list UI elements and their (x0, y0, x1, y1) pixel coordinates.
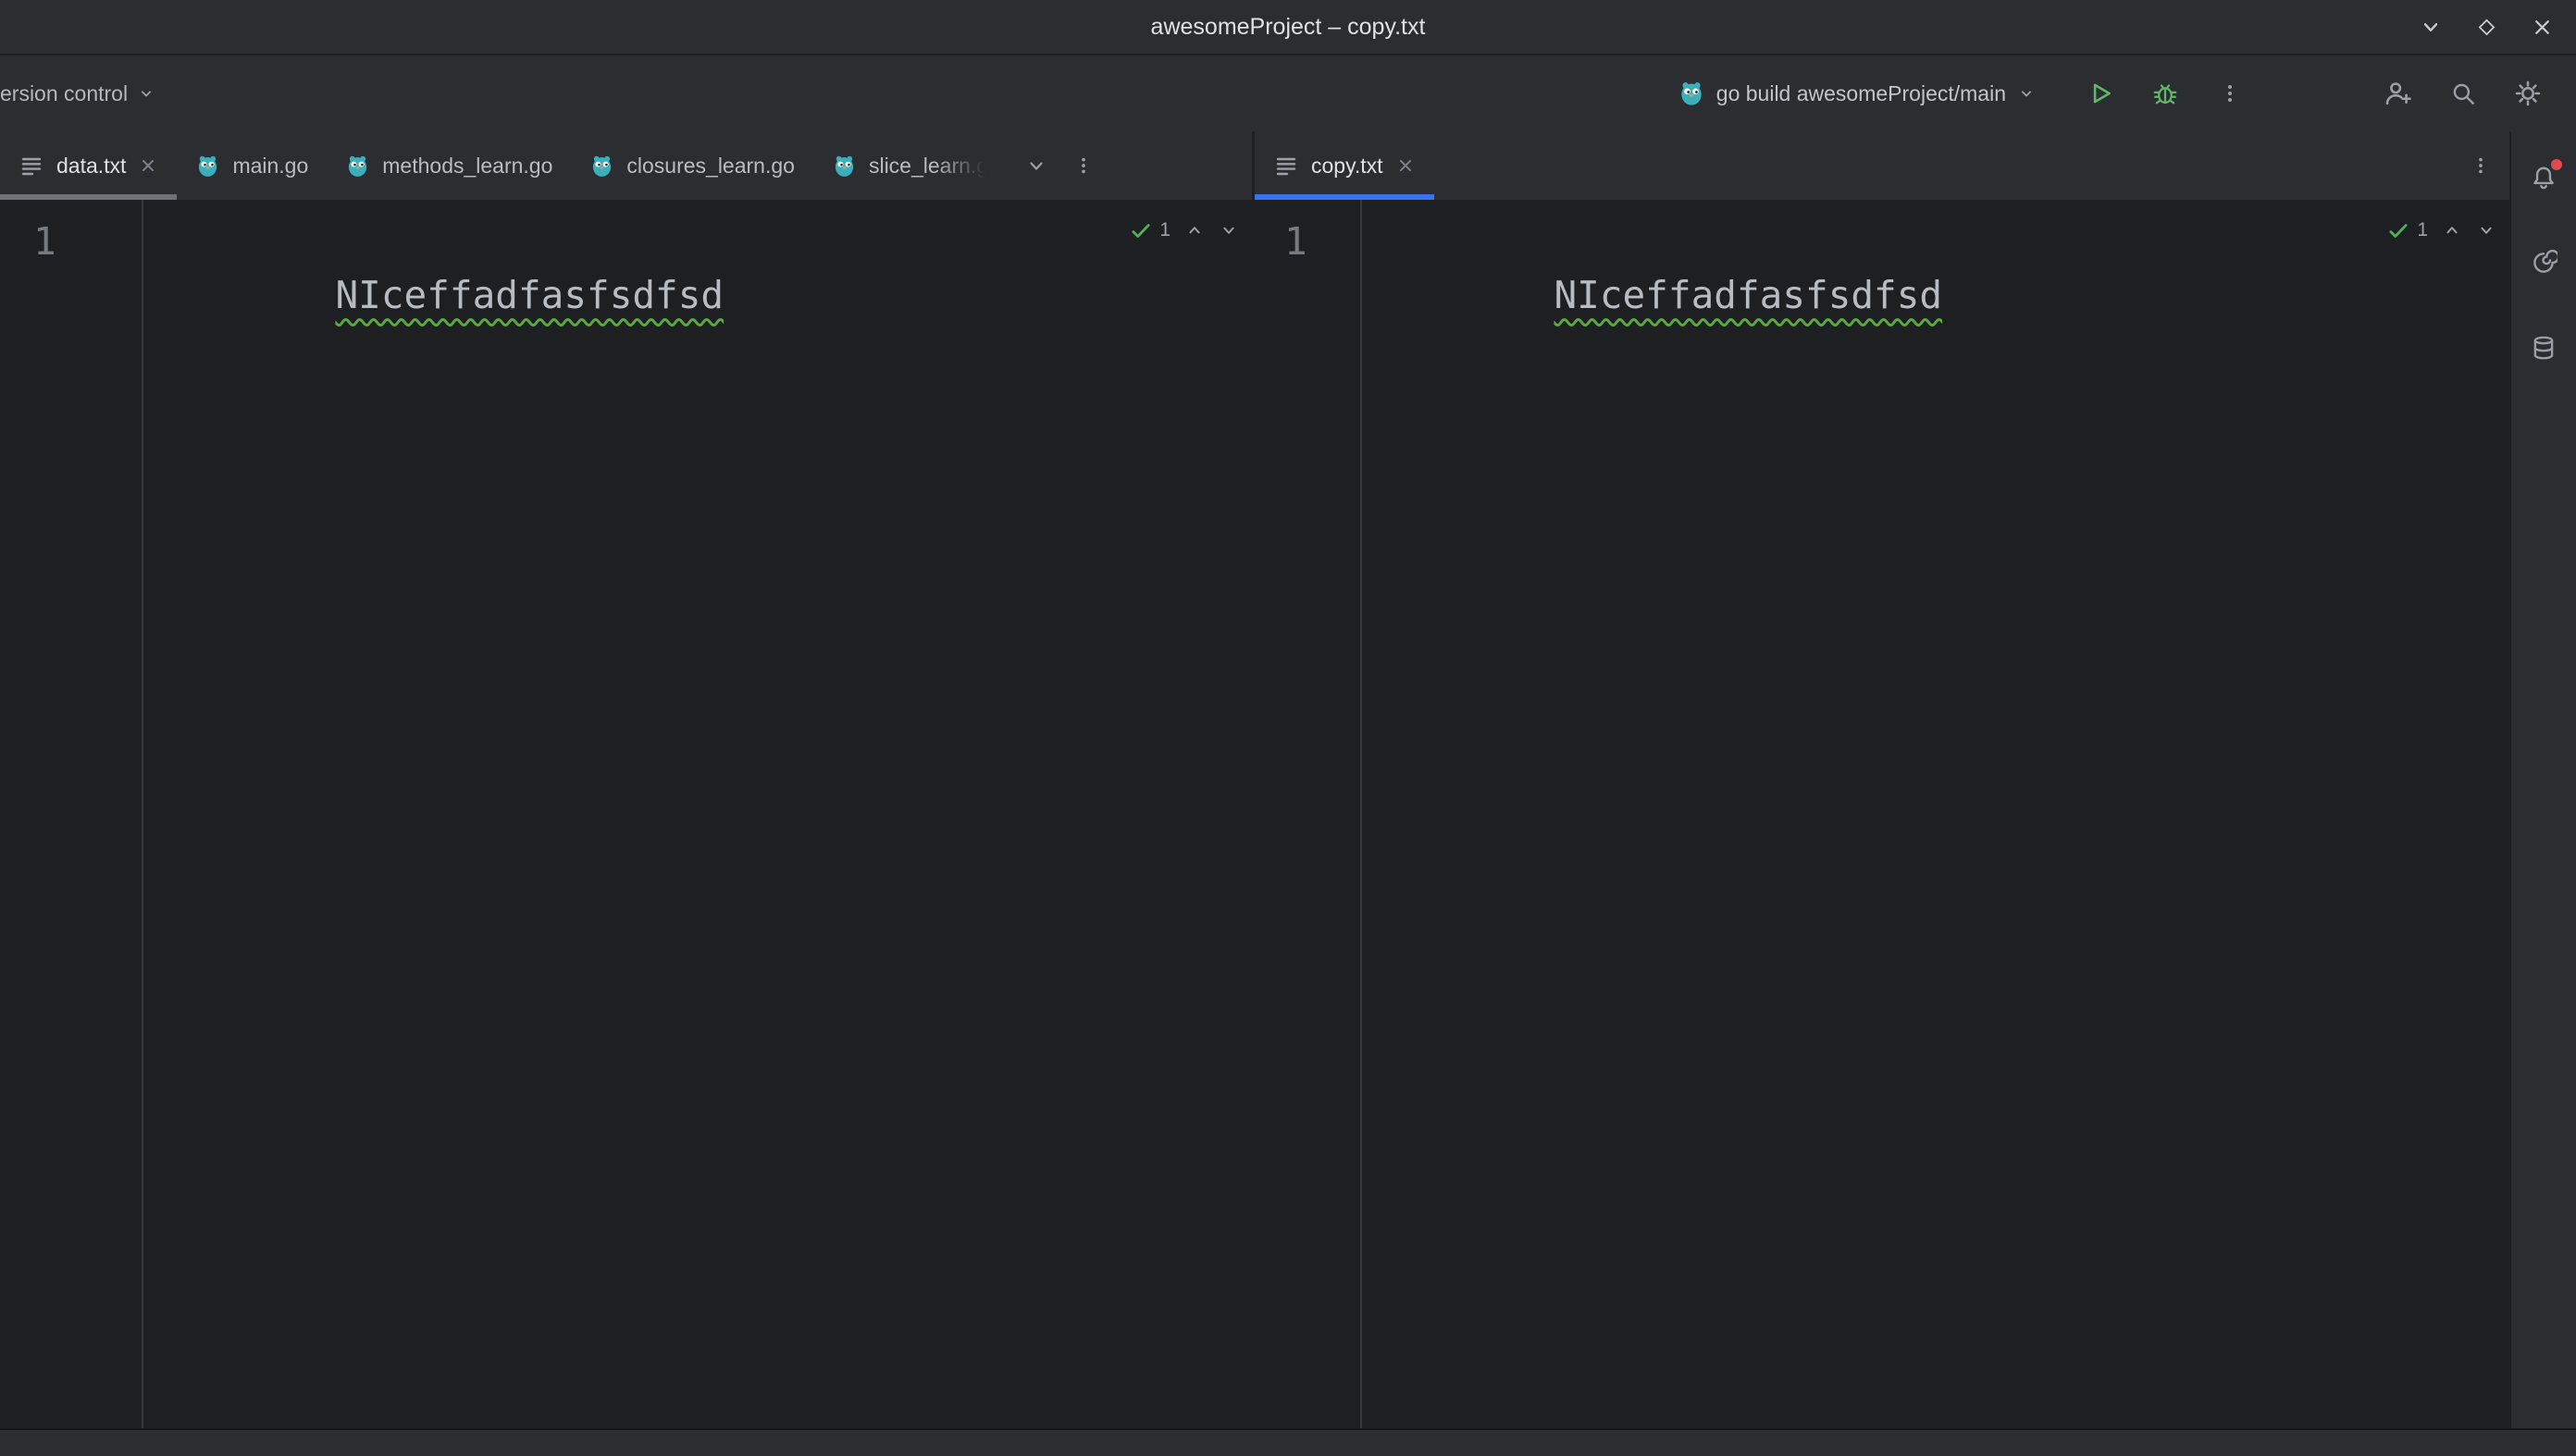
tab-methods-learn-go[interactable]: methods_learn.go (327, 131, 571, 200)
go-file-icon (195, 154, 220, 179)
close-window-button[interactable] (2526, 11, 2557, 43)
left-inspections-widget[interactable]: 1 (1129, 218, 1239, 242)
close-icon (2531, 16, 2554, 39)
close-tab-icon[interactable] (1395, 155, 1416, 176)
right-tool-stripe (2509, 131, 2576, 1428)
tab-label: slice_learn.g (869, 154, 988, 179)
inspection-ok-check-icon (2386, 218, 2410, 242)
run-play-icon (2087, 80, 2114, 107)
tab-closures-learn-go[interactable]: closures_learn.go (571, 131, 813, 200)
more-actions-button[interactable] (2206, 69, 2254, 117)
previous-problem-button[interactable] (2442, 220, 2462, 241)
tab-label: main.go (232, 154, 308, 179)
left-editor-gutter: 1 (0, 200, 143, 1428)
search-everywhere-button[interactable] (2439, 69, 2487, 117)
run-configuration-selector[interactable]: go build awesomeProject/main (1668, 72, 2045, 115)
left-tab-bar: data.txt main.go methods_learn.go (0, 131, 1252, 200)
tab-options-button[interactable] (2471, 155, 2491, 176)
diamond-icon (2475, 16, 2498, 39)
run-configuration-label: go build awesomeProject/main (1716, 81, 2006, 106)
tab-data-txt[interactable]: data.txt (0, 131, 177, 200)
code-line: NIceffadfasfsdfsd (335, 273, 724, 317)
right-tab-controls (2452, 131, 2509, 200)
tab-main-go[interactable]: main.go (177, 131, 327, 200)
chevron-down-icon (137, 84, 155, 103)
right-inspections-widget[interactable]: 1 (2386, 218, 2496, 242)
go-gopher-icon (1678, 80, 1705, 107)
version-control-widget[interactable]: ersion control (0, 81, 170, 106)
line-number: 1 (1284, 219, 1307, 264)
code-with-me-button[interactable] (2374, 69, 2422, 117)
text-file-icon (19, 153, 44, 179)
inspection-ok-check-icon (1129, 218, 1153, 242)
database-icon (2530, 334, 2557, 362)
ai-assistant-icon (2530, 249, 2557, 277)
debug-button[interactable] (2141, 69, 2189, 117)
debug-bug-icon (2151, 80, 2179, 107)
go-file-icon (832, 154, 857, 179)
right-tab-bar: copy.txt (1255, 131, 2509, 200)
ai-assistant-button[interactable] (2523, 242, 2564, 283)
database-button[interactable] (2523, 327, 2564, 368)
notifications-button[interactable] (2523, 157, 2564, 198)
tab-copy-txt[interactable]: copy.txt (1255, 131, 1434, 200)
code-line: NIceffadfasfsdfsd (1554, 273, 1942, 317)
tab-label: methods_learn.go (382, 154, 552, 179)
add-user-icon (2384, 79, 2413, 108)
right-editor-pane: copy.txt 1 NIceffadfasfsdfsd (1255, 131, 2509, 1428)
main-toolbar: ersion control go build awesomeProject/m… (0, 54, 2576, 131)
go-file-icon (589, 154, 614, 179)
line-number: 1 (33, 219, 56, 264)
maximize-button[interactable] (2471, 11, 2502, 43)
chevron-down-icon (2419, 15, 2443, 39)
titlebar: awesomeProject – copy.txt (0, 0, 2576, 54)
editor-split-area: data.txt main.go methods_learn.go (0, 131, 2576, 1428)
right-editor[interactable]: 1 NIceffadfasfsdfsd 1 (1255, 200, 2509, 1428)
status-bar (0, 1428, 2576, 1456)
window-controls (2415, 0, 2557, 54)
chevron-down-icon (2017, 84, 2036, 103)
tab-label: closures_learn.go (626, 154, 795, 179)
close-tab-icon[interactable] (138, 155, 158, 176)
version-control-label: ersion control (0, 81, 128, 106)
tab-slice-learn-go[interactable]: slice_learn.g (813, 131, 1007, 200)
text-file-icon (1273, 153, 1299, 179)
minimize-button[interactable] (2415, 11, 2446, 43)
run-button[interactable] (2076, 69, 2124, 117)
settings-button[interactable] (2504, 69, 2552, 117)
gear-icon (2513, 79, 2543, 108)
inspection-count: 1 (2417, 219, 2428, 241)
tab-overflow-controls (1007, 131, 1112, 200)
inspection-count: 1 (1159, 219, 1170, 241)
tab-label: data.txt (56, 154, 126, 179)
go-file-icon (345, 154, 370, 179)
left-editor[interactable]: 1 NIceffadfasfsdfsd 1 (0, 200, 1252, 1428)
right-editor-code-area[interactable]: NIceffadfasfsdfsd (1362, 200, 2509, 1428)
tab-label: copy.txt (1311, 154, 1383, 179)
window-title: awesomeProject – copy.txt (1151, 14, 1426, 41)
previous-problem-button[interactable] (1184, 220, 1205, 241)
left-editor-code-area[interactable]: NIceffadfasfsdfsd (143, 200, 1252, 1428)
notification-badge (2551, 159, 2562, 170)
show-hidden-tabs-button[interactable] (1025, 154, 1047, 177)
left-editor-pane: data.txt main.go methods_learn.go (0, 131, 1252, 1428)
next-problem-button[interactable] (2476, 220, 2496, 241)
ellipsis-vertical-icon (2219, 82, 2241, 105)
search-icon (2449, 80, 2477, 107)
tab-options-button[interactable] (1073, 155, 1094, 176)
next-problem-button[interactable] (1219, 220, 1239, 241)
right-editor-gutter: 1 (1255, 200, 1362, 1428)
